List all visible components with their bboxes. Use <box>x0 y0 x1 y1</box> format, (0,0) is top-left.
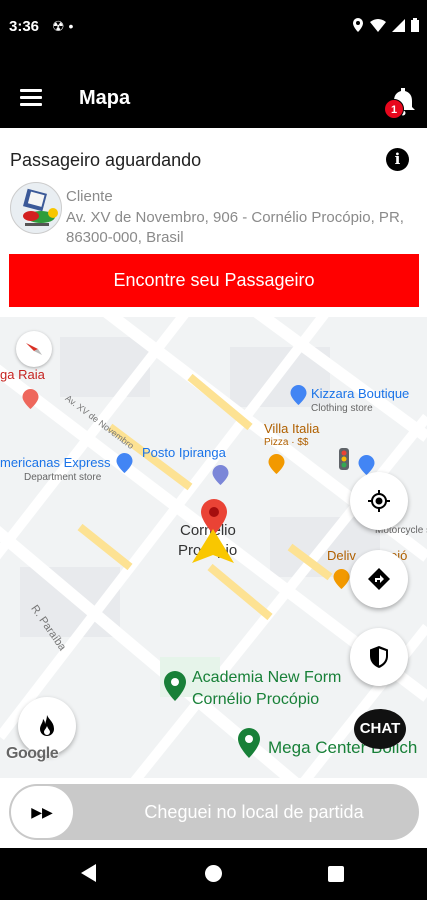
card-title: Passageiro aguardando <box>10 150 202 170</box>
poi-americanas-sub: Department store <box>24 472 102 483</box>
status-notification-icons: ☢ • <box>52 18 74 34</box>
page-title: Mapa <box>79 87 131 109</box>
back-icon[interactable] <box>81 864 96 882</box>
my-location-button[interactable] <box>350 472 408 530</box>
notification-badge: 1 <box>384 99 404 119</box>
passenger-card: Passageiro aguardando i Cliente Av. XV d… <box>0 128 427 317</box>
chat-button[interactable]: CHAT <box>354 709 406 749</box>
poi-villa-sub: Pizza · $$ <box>264 437 309 448</box>
poi-villa: Villa Italia <box>264 421 320 436</box>
navigation-arrow-icon <box>192 529 234 563</box>
poi-academia-line2: Cornélio Procópio <box>192 691 320 708</box>
signal-icon <box>392 18 405 32</box>
safety-button[interactable] <box>350 628 408 686</box>
traffic-light-icon <box>339 448 349 470</box>
compass-icon <box>26 343 42 355</box>
poi-americanas: mericanas Express <box>0 455 111 470</box>
fast-forward-icon: ▶▶ <box>31 803 53 820</box>
client-avatar <box>10 182 62 234</box>
poi-kizzara-sub: Clothing store <box>311 403 373 414</box>
status-bar: 3:36 ☢ • <box>0 0 427 56</box>
google-logo: Google <box>6 745 59 762</box>
flame-icon <box>40 715 54 736</box>
wifi-icon <box>370 18 386 32</box>
shield-icon <box>370 646 388 668</box>
poi-raia: ga Raia <box>0 367 45 382</box>
poi-delivery: Deliv <box>327 548 356 563</box>
info-icon[interactable]: i <box>386 148 409 171</box>
poi-academia-line1: Academia New Form <box>192 669 342 686</box>
delivery-pin-icon <box>333 569 350 589</box>
location-icon <box>353 18 363 32</box>
menu-icon[interactable] <box>20 89 42 107</box>
app-logo-icon <box>23 188 58 226</box>
poi-ipiranga: Posto Ipiranga <box>142 445 226 460</box>
slider-area: ▶▶ Cheguei no local de partida <box>0 778 427 848</box>
status-right-icons <box>352 18 419 32</box>
client-label: Cliente <box>66 188 113 205</box>
directions-button[interactable] <box>350 550 408 608</box>
home-icon[interactable] <box>205 865 222 882</box>
status-time: 3:36 <box>9 18 40 35</box>
gas-station-pin-icon <box>212 465 229 485</box>
directions-icon <box>368 568 390 590</box>
screen: 3:36 ☢ • Mapa 1 Passageiro aguardando i <box>0 0 427 900</box>
client-address: Av. XV de Novembro, 906 - Cornélio Procó… <box>66 209 404 246</box>
poi-kizzara: Kizzara Boutique <box>311 386 410 401</box>
app-bar: Mapa 1 <box>0 56 427 128</box>
slider-knob[interactable]: ▶▶ <box>11 786 73 838</box>
slider-label: Cheguei no local de partida <box>144 802 364 822</box>
system-nav-bar <box>0 848 427 900</box>
bowling-pin-icon <box>238 728 260 758</box>
notifications-button[interactable]: 1 <box>384 84 415 120</box>
pharmacy-pin-icon <box>22 389 39 409</box>
store-pin-icon <box>116 453 133 473</box>
compass-button[interactable] <box>16 331 52 367</box>
arrival-slider[interactable]: ▶▶ Cheguei no local de partida <box>9 784 419 840</box>
find-passenger-button[interactable]: Encontre seu Passageiro <box>9 254 419 307</box>
battery-icon <box>411 18 419 32</box>
crosshair-icon <box>368 490 390 512</box>
restaurant-pin-icon <box>268 454 285 474</box>
recents-icon[interactable] <box>328 866 344 882</box>
map-view[interactable]: ga Raia Kizzara Boutique Clothing store … <box>0 317 427 778</box>
shopping-pin-icon <box>290 385 307 405</box>
gym-pin-icon <box>164 671 186 701</box>
